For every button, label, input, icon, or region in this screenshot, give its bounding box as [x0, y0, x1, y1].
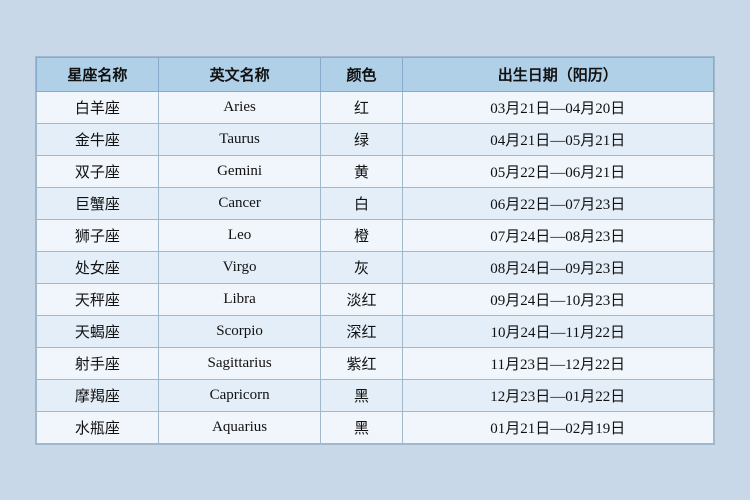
zodiac-table: 星座名称 英文名称 颜色 出生日期（阳历） 白羊座Aries红03月21日—04… — [36, 57, 714, 444]
cell-date: 07月24日—08月23日 — [402, 219, 713, 251]
cell-color: 白 — [321, 187, 402, 219]
cell-chinese: 水瓶座 — [37, 411, 159, 443]
header-date: 出生日期（阳历） — [402, 57, 713, 91]
cell-color: 深红 — [321, 315, 402, 347]
cell-english: Aries — [158, 91, 320, 123]
cell-color: 橙 — [321, 219, 402, 251]
table-header-row: 星座名称 英文名称 颜色 出生日期（阳历） — [37, 57, 714, 91]
cell-color: 灰 — [321, 251, 402, 283]
cell-date: 04月21日—05月21日 — [402, 123, 713, 155]
cell-date: 09月24日—10月23日 — [402, 283, 713, 315]
header-color: 颜色 — [321, 57, 402, 91]
cell-chinese: 金牛座 — [37, 123, 159, 155]
cell-chinese: 双子座 — [37, 155, 159, 187]
table-row: 水瓶座Aquarius黑01月21日—02月19日 — [37, 411, 714, 443]
cell-english: Taurus — [158, 123, 320, 155]
cell-chinese: 巨蟹座 — [37, 187, 159, 219]
cell-date: 10月24日—11月22日 — [402, 315, 713, 347]
table-row: 天秤座Libra淡红09月24日—10月23日 — [37, 283, 714, 315]
cell-date: 12月23日—01月22日 — [402, 379, 713, 411]
table-row: 天蝎座Scorpio深红10月24日—11月22日 — [37, 315, 714, 347]
cell-english: Gemini — [158, 155, 320, 187]
cell-date: 01月21日—02月19日 — [402, 411, 713, 443]
table-row: 双子座Gemini黄05月22日—06月21日 — [37, 155, 714, 187]
table-row: 摩羯座Capricorn黑12月23日—01月22日 — [37, 379, 714, 411]
cell-color: 紫红 — [321, 347, 402, 379]
zodiac-table-container: 星座名称 英文名称 颜色 出生日期（阳历） 白羊座Aries红03月21日—04… — [35, 56, 715, 445]
table-row: 处女座Virgo灰08月24日—09月23日 — [37, 251, 714, 283]
cell-chinese: 天秤座 — [37, 283, 159, 315]
table-row: 巨蟹座Cancer白06月22日—07月23日 — [37, 187, 714, 219]
cell-chinese: 天蝎座 — [37, 315, 159, 347]
table-row: 狮子座Leo橙07月24日—08月23日 — [37, 219, 714, 251]
cell-chinese: 白羊座 — [37, 91, 159, 123]
table-row: 射手座Sagittarius紫红11月23日—12月22日 — [37, 347, 714, 379]
table-row: 白羊座Aries红03月21日—04月20日 — [37, 91, 714, 123]
cell-date: 06月22日—07月23日 — [402, 187, 713, 219]
cell-chinese: 摩羯座 — [37, 379, 159, 411]
cell-date: 11月23日—12月22日 — [402, 347, 713, 379]
cell-english: Scorpio — [158, 315, 320, 347]
header-english: 英文名称 — [158, 57, 320, 91]
cell-english: Capricorn — [158, 379, 320, 411]
cell-color: 淡红 — [321, 283, 402, 315]
cell-english: Libra — [158, 283, 320, 315]
cell-chinese: 狮子座 — [37, 219, 159, 251]
cell-color: 红 — [321, 91, 402, 123]
cell-color: 黄 — [321, 155, 402, 187]
cell-english: Leo — [158, 219, 320, 251]
cell-english: Aquarius — [158, 411, 320, 443]
cell-date: 05月22日—06月21日 — [402, 155, 713, 187]
cell-date: 08月24日—09月23日 — [402, 251, 713, 283]
cell-color: 黑 — [321, 379, 402, 411]
cell-english: Cancer — [158, 187, 320, 219]
cell-chinese: 处女座 — [37, 251, 159, 283]
cell-english: Sagittarius — [158, 347, 320, 379]
cell-color: 黑 — [321, 411, 402, 443]
cell-color: 绿 — [321, 123, 402, 155]
cell-date: 03月21日—04月20日 — [402, 91, 713, 123]
table-row: 金牛座Taurus绿04月21日—05月21日 — [37, 123, 714, 155]
cell-english: Virgo — [158, 251, 320, 283]
cell-chinese: 射手座 — [37, 347, 159, 379]
header-chinese: 星座名称 — [37, 57, 159, 91]
